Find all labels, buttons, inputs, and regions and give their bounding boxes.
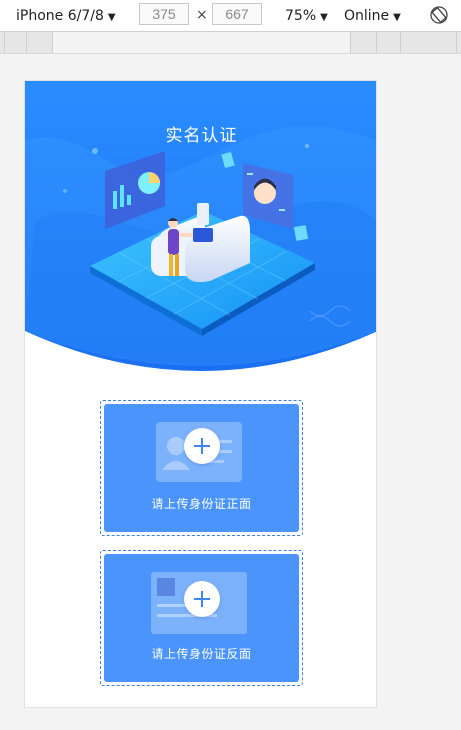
zoom-select-label: 75% bbox=[285, 8, 317, 24]
upload-id-back[interactable]: 请上传身份证反面 bbox=[100, 550, 303, 686]
chevron-down-icon: ▼ bbox=[393, 12, 401, 23]
media-query-ruler[interactable] bbox=[0, 32, 461, 54]
zoom-select[interactable]: 75% ▼ bbox=[285, 6, 328, 26]
times-sign: × bbox=[196, 7, 208, 23]
page-title: 实名认证 bbox=[165, 126, 238, 146]
chevron-down-icon: ▼ bbox=[107, 12, 116, 23]
device-select-label: iPhone 6/7/8 bbox=[16, 8, 104, 24]
phone-viewport: 实名认证 请上传身份证正面 请上传身份证反面 bbox=[24, 80, 377, 708]
throttle-select-label: Online bbox=[344, 8, 390, 24]
device-select[interactable]: iPhone 6/7/8 ▼ bbox=[16, 6, 116, 26]
width-field[interactable] bbox=[139, 3, 189, 25]
upload-id-front[interactable]: 请上传身份证正面 bbox=[100, 400, 303, 536]
throttle-select[interactable]: Online ▼ bbox=[344, 6, 401, 26]
plus-icon[interactable] bbox=[184, 581, 220, 617]
rotate-icon[interactable] bbox=[429, 5, 449, 25]
upload-id-front-area[interactable]: 请上传身份证正面 bbox=[104, 404, 299, 532]
chevron-down-icon: ▼ bbox=[320, 12, 328, 23]
plus-icon[interactable] bbox=[184, 428, 220, 464]
upload-id-back-label: 请上传身份证反面 bbox=[151, 647, 252, 661]
device-toolbar: iPhone 6/7/8▼ × 75%▼ Online▼ bbox=[0, 0, 461, 32]
upload-id-front-label: 请上传身份证正面 bbox=[151, 497, 252, 511]
upload-id-back-area[interactable]: 请上传身份证反面 bbox=[104, 554, 299, 682]
height-field[interactable] bbox=[212, 3, 262, 25]
